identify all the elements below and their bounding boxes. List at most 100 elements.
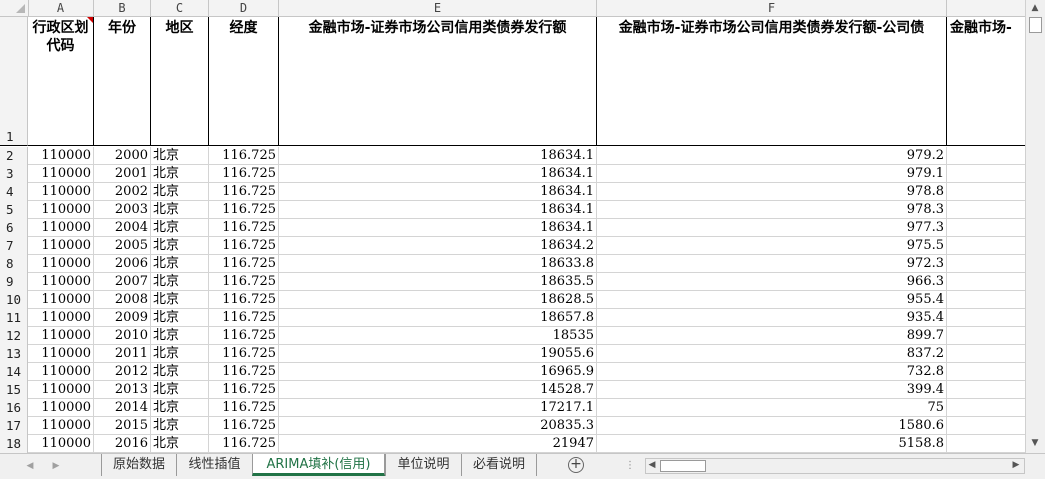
cell-corporate-bond[interactable]: 978.8 [597, 183, 947, 201]
scroll-up-icon[interactable]: ▲ [1026, 0, 1044, 16]
cell-corporate-bond[interactable]: 978.3 [597, 201, 947, 219]
cell-longitude[interactable]: 116.725 [209, 345, 279, 363]
tab-split-handle-icon[interactable]: ⋮ [625, 460, 635, 472]
tab-prev-icon[interactable]: ◀ [22, 458, 38, 474]
row-header[interactable]: 6 [0, 219, 28, 237]
cell-next-column[interactable] [947, 273, 1025, 291]
cell-longitude[interactable]: 116.725 [209, 165, 279, 183]
column-header-e[interactable]: E [279, 0, 597, 16]
tab-raw-data[interactable]: 原始数据 [101, 454, 176, 476]
cell-corporate-bond[interactable]: 1580.6 [597, 417, 947, 435]
cell-admin-code[interactable]: 110000 [28, 417, 94, 435]
cell-corporate-bond[interactable]: 399.4 [597, 381, 947, 399]
header-cell-year[interactable]: 年份 [94, 17, 151, 146]
cell-admin-code[interactable]: 110000 [28, 165, 94, 183]
cell-admin-code[interactable]: 110000 [28, 147, 94, 165]
row-header[interactable]: 15 [0, 381, 28, 399]
cell-admin-code[interactable]: 110000 [28, 381, 94, 399]
cell-credit-bond-issuance[interactable]: 19055.6 [279, 345, 597, 363]
add-sheet-icon[interactable]: + [568, 457, 584, 473]
scroll-down-icon[interactable]: ▼ [1026, 435, 1044, 451]
cell-longitude[interactable]: 116.725 [209, 237, 279, 255]
cell-longitude[interactable]: 116.725 [209, 291, 279, 309]
cell-longitude[interactable]: 116.725 [209, 381, 279, 399]
cell-longitude[interactable]: 116.725 [209, 399, 279, 417]
cell-next-column[interactable] [947, 165, 1025, 183]
cell-year[interactable]: 2009 [94, 309, 151, 327]
cell-admin-code[interactable]: 110000 [28, 219, 94, 237]
cell-next-column[interactable] [947, 183, 1025, 201]
row-header[interactable]: 3 [0, 165, 28, 183]
row-header[interactable]: 16 [0, 399, 28, 417]
cell-credit-bond-issuance[interactable]: 18634.1 [279, 201, 597, 219]
row-header[interactable]: 10 [0, 291, 28, 309]
row-header[interactable]: 5 [0, 201, 28, 219]
header-cell-region[interactable]: 地区 [151, 17, 209, 146]
cell-longitude[interactable]: 116.725 [209, 183, 279, 201]
cell-corporate-bond[interactable]: 977.3 [597, 219, 947, 237]
cell-corporate-bond[interactable]: 979.1 [597, 165, 947, 183]
column-header-b[interactable]: B [94, 0, 151, 16]
cell-longitude[interactable]: 116.725 [209, 273, 279, 291]
tab-unit-notes[interactable]: 单位说明 [385, 454, 461, 476]
cell-region[interactable]: 北京 [151, 327, 209, 345]
cell-credit-bond-issuance[interactable]: 21947 [279, 435, 597, 453]
cell-next-column[interactable] [947, 345, 1025, 363]
cell-corporate-bond[interactable]: 837.2 [597, 345, 947, 363]
cell-corporate-bond[interactable]: 899.7 [597, 327, 947, 345]
cell-longitude[interactable]: 116.725 [209, 147, 279, 165]
cell-year[interactable]: 2003 [94, 201, 151, 219]
cell-region[interactable]: 北京 [151, 165, 209, 183]
cell-admin-code[interactable]: 110000 [28, 255, 94, 273]
cell-region[interactable]: 北京 [151, 183, 209, 201]
row-header[interactable]: 9 [0, 273, 28, 291]
cell-year[interactable]: 2001 [94, 165, 151, 183]
column-header-d[interactable]: D [209, 0, 279, 16]
cell-credit-bond-issuance[interactable]: 18535 [279, 327, 597, 345]
tab-next-icon[interactable]: ▶ [48, 458, 64, 474]
cell-admin-code[interactable]: 110000 [28, 291, 94, 309]
cell-next-column[interactable] [947, 201, 1025, 219]
cell-admin-code[interactable]: 110000 [28, 237, 94, 255]
cell-region[interactable]: 北京 [151, 399, 209, 417]
cell-credit-bond-issuance[interactable]: 14528.7 [279, 381, 597, 399]
cell-credit-bond-issuance[interactable]: 18633.8 [279, 255, 597, 273]
cell-year[interactable]: 2011 [94, 345, 151, 363]
cell-admin-code[interactable]: 110000 [28, 363, 94, 381]
cell-corporate-bond[interactable]: 979.2 [597, 147, 947, 165]
header-cell-next-column[interactable]: 金融市场- [947, 17, 1025, 146]
cell-next-column[interactable] [947, 255, 1025, 273]
cell-admin-code[interactable]: 110000 [28, 399, 94, 417]
cell-region[interactable]: 北京 [151, 255, 209, 273]
cell-region[interactable]: 北京 [151, 345, 209, 363]
cell-longitude[interactable]: 116.725 [209, 417, 279, 435]
column-header-f[interactable]: F [597, 0, 947, 16]
cell-admin-code[interactable]: 110000 [28, 345, 94, 363]
cell-credit-bond-issuance[interactable]: 18634.1 [279, 183, 597, 201]
tab-arima-fill[interactable]: ARIMA填补(信用) [252, 454, 385, 476]
cell-admin-code[interactable]: 110000 [28, 201, 94, 219]
cell-longitude[interactable]: 116.725 [209, 435, 279, 453]
cell-region[interactable]: 北京 [151, 309, 209, 327]
cell-corporate-bond[interactable]: 975.5 [597, 237, 947, 255]
cell-credit-bond-issuance[interactable]: 17217.1 [279, 399, 597, 417]
cell-next-column[interactable] [947, 219, 1025, 237]
column-header-g[interactable] [947, 0, 1025, 16]
cell-year[interactable]: 2004 [94, 219, 151, 237]
cell-next-column[interactable] [947, 291, 1025, 309]
cell-year[interactable]: 2006 [94, 255, 151, 273]
cell-credit-bond-issuance[interactable]: 18634.1 [279, 219, 597, 237]
cell-next-column[interactable] [947, 327, 1025, 345]
cell-region[interactable]: 北京 [151, 417, 209, 435]
horizontal-scrollbar[interactable]: ◀ ▶ [645, 458, 1025, 474]
cell-year[interactable]: 2008 [94, 291, 151, 309]
cell-credit-bond-issuance[interactable]: 18657.8 [279, 309, 597, 327]
cell-region[interactable]: 北京 [151, 237, 209, 255]
cell-corporate-bond[interactable]: 5158.8 [597, 435, 947, 453]
column-header-c[interactable]: C [151, 0, 209, 16]
cell-region[interactable]: 北京 [151, 147, 209, 165]
cell-region[interactable]: 北京 [151, 201, 209, 219]
tab-linear-interpolation[interactable]: 线性插值 [176, 454, 252, 476]
cell-credit-bond-issuance[interactable]: 18628.5 [279, 291, 597, 309]
cell-credit-bond-issuance[interactable]: 16965.9 [279, 363, 597, 381]
